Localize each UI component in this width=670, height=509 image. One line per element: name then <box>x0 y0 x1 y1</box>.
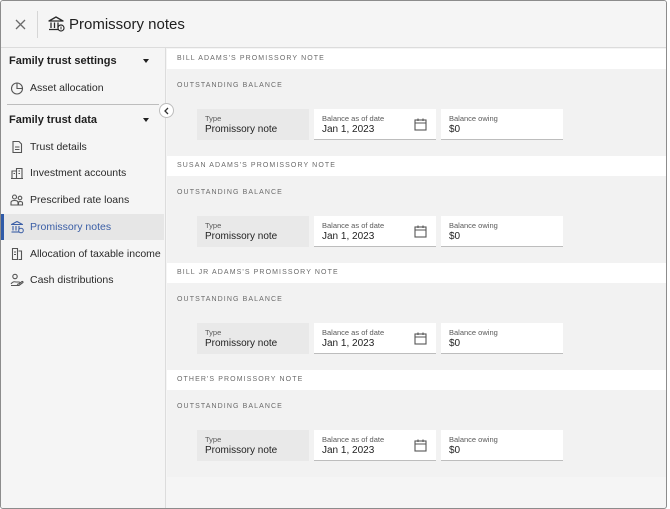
header: Promissory notes <box>1 1 666 48</box>
field-label: Type <box>205 328 222 337</box>
split-document-icon <box>11 247 23 261</box>
balance-owing-field[interactable]: Balance owing $0 <box>441 323 563 354</box>
balance-owing-field[interactable]: Balance owing $0 <box>441 430 563 461</box>
sidebar-item-label: Asset allocation <box>30 82 104 94</box>
calendar-icon[interactable] <box>414 225 427 238</box>
balance-owing-field[interactable]: Balance owing $0 <box>441 109 563 140</box>
header-divider <box>37 11 38 38</box>
field-label: Balance owing <box>449 114 498 123</box>
main-content: Bill Adams's promissory note Outstanding… <box>167 49 666 508</box>
field-label: Type <box>205 114 222 123</box>
buildings-icon <box>11 167 23 180</box>
note-title: Susan Adams's promissory note <box>167 156 666 176</box>
sidebar-item-trust-details[interactable]: Trust details <box>1 134 164 160</box>
field-value: Jan 1, 2023 <box>322 338 375 349</box>
balance-date-field[interactable]: Balance as of date Jan 1, 2023 <box>314 109 436 140</box>
field-value: $0 <box>449 124 461 135</box>
field-value: $0 <box>449 445 461 456</box>
sidebar-item-label: Cash distributions <box>30 274 114 286</box>
collapse-sidebar-button[interactable] <box>159 103 174 118</box>
type-field: Type Promissory note <box>197 109 309 140</box>
balance-owing-field[interactable]: Balance owing $0 <box>441 216 563 247</box>
hand-coins-icon <box>10 273 24 287</box>
field-label: Balance as of date <box>322 435 385 444</box>
type-field: Type Promissory note <box>197 323 309 354</box>
balance-date-field[interactable]: Balance as of date Jan 1, 2023 <box>314 216 436 247</box>
field-value: $0 <box>449 338 461 349</box>
close-button[interactable] <box>11 15 29 33</box>
close-icon <box>15 19 25 29</box>
chevron-left-icon <box>164 107 169 114</box>
balance-date-field[interactable]: Balance as of date Jan 1, 2023 <box>314 430 436 461</box>
sidebar-group-label: Family trust data <box>9 114 98 126</box>
sidebar-divider <box>7 104 159 105</box>
calendar-icon[interactable] <box>414 118 427 131</box>
note-section: Outstanding balance Type Promissory note… <box>167 69 666 156</box>
field-label: Type <box>205 221 222 230</box>
note-title: Bill Jr Adams's promissory note <box>167 263 666 283</box>
bank-icon <box>48 16 65 32</box>
field-label: Balance as of date <box>322 114 385 123</box>
field-value: Promissory note <box>205 231 278 242</box>
sidebar-item-label: Promissory notes <box>30 221 112 233</box>
field-value: Promissory note <box>205 445 278 456</box>
caret-down-icon <box>143 59 149 63</box>
field-value: Jan 1, 2023 <box>322 231 375 242</box>
type-field: Type Promissory note <box>197 216 309 247</box>
field-label: Balance as of date <box>322 328 385 337</box>
sidebar-item-prescribed-rate-loans[interactable]: Prescribed rate loans <box>1 187 164 213</box>
sidebar-item-label: Prescribed rate loans <box>30 194 130 206</box>
pie-chart-icon <box>10 82 24 95</box>
field-value: Promissory note <box>205 338 278 349</box>
bank-icon <box>10 220 24 234</box>
field-value: Jan 1, 2023 <box>322 445 375 456</box>
note-title: Bill Adams's promissory note <box>167 49 666 69</box>
sidebar-item-promissory-notes[interactable]: Promissory notes <box>1 214 164 240</box>
field-label: Balance owing <box>449 328 498 337</box>
field-label: Type <box>205 435 222 444</box>
section-label: Outstanding balance <box>177 82 283 89</box>
field-value: $0 <box>449 231 461 242</box>
caret-down-icon <box>143 118 149 122</box>
section-label: Outstanding balance <box>177 189 283 196</box>
note-section: Outstanding balance Type Promissory note… <box>167 390 666 477</box>
sidebar-group-family-trust-data[interactable]: Family trust data <box>9 108 159 132</box>
field-label: Balance owing <box>449 435 498 444</box>
field-value: Promissory note <box>205 124 278 135</box>
page-title: Promissory notes <box>69 16 185 33</box>
sidebar-item-asset-allocation[interactable]: Asset allocation <box>1 75 164 101</box>
app-window: Promissory notes Family trust settings A… <box>0 0 667 509</box>
note-section: Outstanding balance Type Promissory note… <box>167 283 666 370</box>
section-label: Outstanding balance <box>177 403 283 410</box>
sidebar-group-label: Family trust settings <box>9 55 117 67</box>
people-icon <box>10 194 24 206</box>
sidebar-item-label: Investment accounts <box>30 167 127 179</box>
calendar-icon[interactable] <box>414 332 427 345</box>
note-title: Other's promissory note <box>167 370 666 390</box>
sidebar-item-cash-distributions[interactable]: Cash distributions <box>1 267 164 293</box>
field-label: Balance as of date <box>322 221 385 230</box>
field-label: Balance owing <box>449 221 498 230</box>
sidebar-group-family-trust-settings[interactable]: Family trust settings <box>9 49 159 73</box>
balance-date-field[interactable]: Balance as of date Jan 1, 2023 <box>314 323 436 354</box>
sidebar: Family trust settings Asset allocation F… <box>1 48 174 508</box>
sidebar-item-label: Allocation of taxable income <box>30 248 161 260</box>
calendar-icon[interactable] <box>414 439 427 452</box>
section-label: Outstanding balance <box>177 296 283 303</box>
note-section: Outstanding balance Type Promissory note… <box>167 176 666 263</box>
sidebar-item-investment-accounts[interactable]: Investment accounts <box>1 160 164 186</box>
type-field: Type Promissory note <box>197 430 309 461</box>
field-value: Jan 1, 2023 <box>322 124 375 135</box>
document-icon <box>12 140 23 154</box>
sidebar-item-allocation-of-taxable-income[interactable]: Allocation of taxable income <box>1 241 164 267</box>
sidebar-item-label: Trust details <box>30 141 87 153</box>
